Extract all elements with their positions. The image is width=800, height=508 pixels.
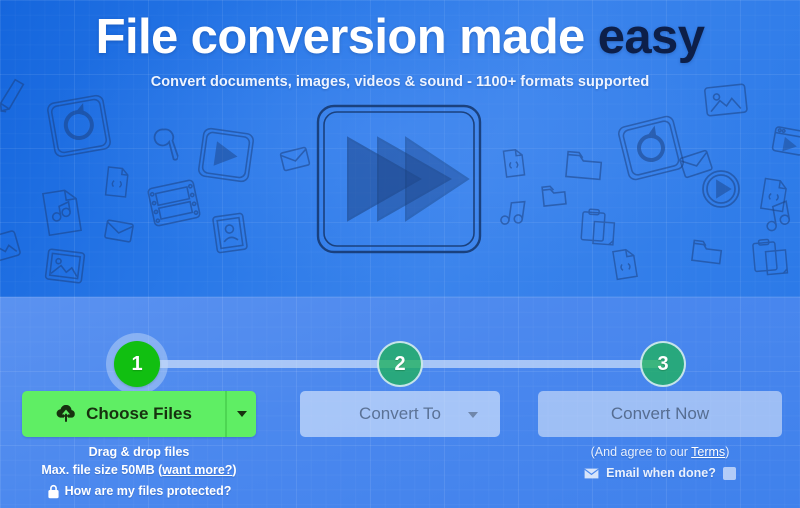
file-protection-link[interactable]: How are my files protected?: [65, 482, 232, 500]
page-title-accent: easy: [597, 10, 705, 64]
step-1[interactable]: 1: [114, 341, 160, 387]
want-more-link[interactable]: want more?: [162, 463, 232, 477]
convert-to-dropdown[interactable]: Convert To: [300, 391, 500, 437]
convert-help-text: (And agree to our Terms) Email when done…: [538, 443, 782, 480]
envelope-icon: [278, 145, 312, 174]
page-subtitle: Convert documents, images, videos & soun…: [150, 74, 650, 90]
folder-icon: [563, 146, 606, 183]
choose-files-group: Choose Files: [22, 391, 256, 437]
step-2[interactable]: 2: [377, 341, 423, 387]
contact-card-icon: [209, 210, 250, 257]
clipboard-icon: [750, 234, 796, 280]
page-title: File conversion made easy: [0, 6, 800, 68]
film-strip-icon: [144, 175, 204, 231]
email-when-done-checkbox[interactable]: [722, 466, 736, 480]
terms-text: (And agree to our Terms): [538, 443, 782, 461]
email-when-done-label: Email when done?: [606, 466, 716, 480]
drag-drop-text: Drag & drop files: [88, 445, 190, 459]
max-file-size-text: Max. file size 50MB (want more?): [22, 461, 256, 479]
convert-now-label: Convert Now: [610, 404, 710, 423]
code-file-icon: [610, 246, 641, 282]
music-note-icon: [759, 198, 794, 235]
lock-icon: [47, 484, 60, 499]
convert-now-button[interactable]: Convert Now: [538, 391, 782, 437]
refresh-square-icon: [43, 91, 114, 161]
terms-prefix: (And agree to our: [590, 445, 692, 459]
upload-help-text: Drag & drop files Max. file size 50MB (w…: [22, 443, 256, 500]
code-file-icon: [500, 147, 527, 180]
envelope-icon: [102, 218, 135, 245]
page-title-main: File conversion made: [95, 10, 598, 64]
page-root: File conversion made easy Convert docume…: [0, 0, 800, 508]
mp3-file-icon: [38, 185, 85, 239]
image-frame-icon: [42, 246, 88, 287]
code-file-icon: [758, 176, 791, 214]
terms-suffix: ): [725, 445, 730, 459]
sketch-fast-forward-icon: [310, 100, 492, 258]
refresh-square-icon: [614, 111, 689, 184]
email-notify-row: Email when done?: [538, 466, 782, 480]
max-size-suffix: ): [232, 463, 237, 477]
folder-icon: [539, 181, 570, 210]
music-note-icon: [496, 196, 528, 230]
chevron-down-icon: [236, 411, 247, 417]
max-size-prefix: Max. file size 50MB (: [41, 463, 163, 477]
hero-text-block: File conversion made easy Convert docume…: [0, 6, 800, 90]
convert-to-label: Convert To: [359, 404, 441, 423]
code-file-icon: [102, 165, 131, 200]
converter-panel: 1 2 3 Choose Files Convert To Convert No…: [0, 297, 800, 508]
terms-link[interactable]: Terms: [691, 445, 725, 459]
step-indicator: 1 2 3: [0, 327, 800, 399]
wrench-icon: [144, 125, 183, 169]
chevron-down-icon: [468, 412, 478, 418]
folder-icon: [688, 236, 725, 268]
hero-section: File conversion made easy Convert docume…: [0, 0, 800, 297]
envelope-icon: [584, 468, 599, 479]
play-square-icon: [195, 124, 258, 185]
choose-files-button[interactable]: Choose Files: [22, 391, 225, 437]
video-file-icon: [770, 123, 800, 158]
envelope-icon: [677, 148, 715, 181]
image-photo-icon: [0, 228, 23, 266]
play-circle-icon: [700, 168, 742, 210]
step-3[interactable]: 3: [640, 341, 686, 387]
file-protection-row[interactable]: How are my files protected?: [22, 482, 256, 500]
choose-files-label: Choose Files: [86, 404, 192, 423]
cloud-upload-icon: [55, 405, 77, 423]
choose-files-dropdown-button[interactable]: [225, 391, 256, 437]
clipboard-icon: [579, 207, 624, 250]
